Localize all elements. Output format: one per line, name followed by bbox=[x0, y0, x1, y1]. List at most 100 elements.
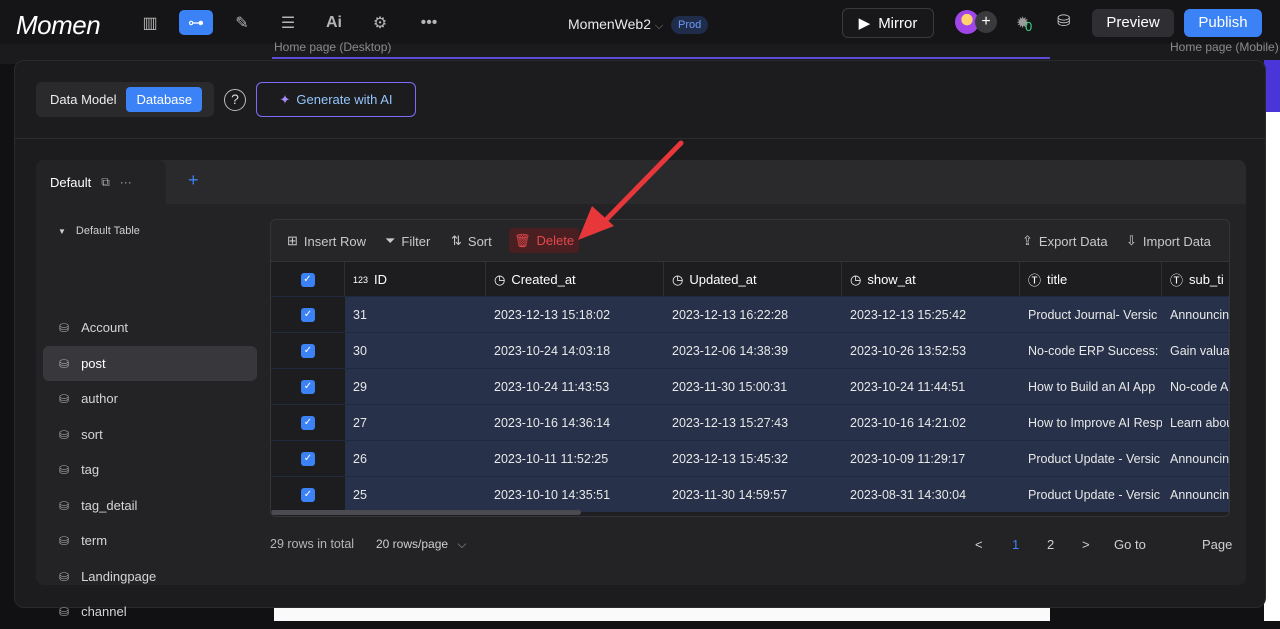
database-tab[interactable]: Database bbox=[126, 87, 203, 112]
data-model-icon[interactable]: ⊶ bbox=[179, 10, 213, 35]
table-cell[interactable]: 29 bbox=[345, 369, 486, 405]
pages-icon[interactable]: ▥ bbox=[133, 10, 167, 35]
page-2-button[interactable]: 2 bbox=[1047, 537, 1054, 552]
mirror-button[interactable]: ▶ Mirror bbox=[842, 8, 934, 38]
add-schema-icon[interactable]: + bbox=[188, 170, 199, 191]
table-cell[interactable]: 2023-12-13 15:27:43 bbox=[664, 405, 842, 441]
table-row[interactable]: ✓ 30 2023-10-24 14:03:18 2023-12-06 14:38:3… bbox=[271, 332, 1229, 369]
preview-button[interactable]: Preview bbox=[1092, 9, 1174, 37]
table-group-header[interactable]: ▼ Default Table bbox=[58, 225, 140, 237]
more-options-icon[interactable]: ··· bbox=[120, 175, 132, 189]
table-cell[interactable]: No-code A bbox=[1162, 369, 1229, 405]
sidebar-item-author[interactable]: ⛁ author bbox=[43, 381, 257, 416]
table-cell[interactable]: How to Improve AI Resp bbox=[1020, 405, 1162, 441]
table-cell[interactable]: Announcin bbox=[1162, 297, 1229, 333]
table-row[interactable]: ✓ 25 2023-10-10 14:35:51 2023-11-30 14:59:5… bbox=[271, 476, 1229, 513]
table-cell[interactable]: 2023-12-13 15:25:42 bbox=[842, 297, 1020, 333]
table-cell[interactable]: 2023-10-24 11:44:51 bbox=[842, 369, 1020, 405]
sidebar-item-landingpage[interactable]: ⛁ Landingpage bbox=[43, 559, 257, 594]
table-cell[interactable]: Product Update - Versic bbox=[1020, 477, 1162, 513]
add-collaborator-icon[interactable]: + bbox=[975, 11, 997, 33]
table-cell[interactable]: 2023-12-13 16:22:28 bbox=[664, 297, 842, 333]
column-header-updated-at[interactable]: ◷ Updated_at bbox=[664, 262, 842, 297]
column-header-sub-title[interactable]: Ⓣsub_ti bbox=[1162, 262, 1229, 297]
sidebar-item-post[interactable]: ⛁ post bbox=[43, 346, 257, 381]
project-selector[interactable]: MomenWeb2 ⌵ bbox=[568, 16, 663, 33]
table-row[interactable]: ✓ 26 2023-10-11 11:52:25 2023-12-13 15:45:3… bbox=[271, 440, 1229, 477]
export-data-button[interactable]: ⇪ Export Data bbox=[1022, 231, 1108, 251]
row-checkbox[interactable]: ✓ bbox=[301, 452, 315, 466]
ai-icon[interactable]: Ai bbox=[317, 10, 351, 35]
more-icon[interactable]: ••• bbox=[412, 10, 446, 35]
table-cell[interactable]: 2023-10-09 11:29:17 bbox=[842, 441, 1020, 477]
prev-page-button[interactable]: < bbox=[975, 537, 983, 552]
sidebar-item-account[interactable]: ⛁ Account bbox=[43, 310, 257, 345]
table-cell[interactable]: 2023-10-16 14:21:02 bbox=[842, 405, 1020, 441]
table-cell[interactable]: No-code ERP Success: bbox=[1020, 333, 1162, 369]
open-external-icon[interactable]: ⧉ bbox=[101, 175, 110, 190]
table-cell[interactable]: Gain valua bbox=[1162, 333, 1229, 369]
generate-with-ai-button[interactable]: ✦ Generate with AI bbox=[256, 82, 416, 117]
row-checkbox[interactable]: ✓ bbox=[301, 416, 315, 430]
table-cell[interactable]: 26 bbox=[345, 441, 486, 477]
table-cell[interactable]: 2023-11-30 15:00:31 bbox=[664, 369, 842, 405]
components-icon[interactable]: ☰ bbox=[271, 10, 305, 35]
database-status-icon[interactable]: ⛁ bbox=[1057, 11, 1070, 31]
table-cell[interactable]: 2023-11-30 14:59:57 bbox=[664, 477, 842, 513]
column-header-show-at[interactable]: ◷ show_at bbox=[842, 262, 1020, 297]
sidebar-item-tag-detail[interactable]: ⛁ tag_detail bbox=[43, 488, 257, 523]
page-1-button[interactable]: 1 bbox=[1012, 537, 1019, 552]
table-cell[interactable]: 25 bbox=[345, 477, 486, 513]
momen-logo[interactable]: Momen bbox=[16, 10, 101, 41]
table-cell[interactable]: 2023-12-13 15:18:02 bbox=[486, 297, 664, 333]
select-all-checkbox[interactable]: ✓ bbox=[300, 272, 315, 287]
table-cell[interactable]: Announcin bbox=[1162, 477, 1229, 513]
actionflow-icon[interactable]: ✎ bbox=[225, 10, 259, 35]
table-cell[interactable]: 31 bbox=[345, 297, 486, 333]
table-cell[interactable]: 2023-10-16 14:36:14 bbox=[486, 405, 664, 441]
table-cell[interactable]: Learn abou bbox=[1162, 405, 1229, 441]
schema-tab-default[interactable]: Default ⧉ ··· bbox=[36, 160, 166, 204]
horizontal-scrollbar[interactable] bbox=[271, 510, 581, 515]
table-cell[interactable]: 27 bbox=[345, 405, 486, 441]
row-checkbox[interactable]: ✓ bbox=[301, 488, 315, 502]
column-header-id[interactable]: 123 ID bbox=[345, 262, 486, 297]
table-cell[interactable]: How to Build an AI App bbox=[1020, 369, 1162, 405]
sidebar-item-term[interactable]: ⛁ term bbox=[43, 523, 257, 558]
table-cell[interactable]: 2023-12-13 15:45:32 bbox=[664, 441, 842, 477]
page-size-select[interactable]: 20 rows/page ⌵ bbox=[376, 537, 467, 552]
table-cell[interactable]: Product Update - Versic bbox=[1020, 441, 1162, 477]
row-checkbox[interactable]: ✓ bbox=[301, 308, 315, 322]
sparkle-icon: ✦ bbox=[279, 91, 291, 107]
table-cell[interactable]: 2023-08-31 14:30:04 bbox=[842, 477, 1020, 513]
sort-button[interactable]: ⇅ Sort bbox=[451, 231, 492, 251]
data-model-tab[interactable]: Data Model bbox=[40, 87, 126, 112]
column-header-title[interactable]: Ⓣtitle bbox=[1020, 262, 1162, 297]
row-checkbox[interactable]: ✓ bbox=[301, 344, 315, 358]
column-header-created-at[interactable]: ◷ Created_at bbox=[486, 262, 664, 297]
table-cell[interactable]: Product Journal- Versic bbox=[1020, 297, 1162, 333]
sidebar-item-channel[interactable]: ⛁ channel bbox=[43, 594, 257, 629]
import-data-button[interactable]: ⇩ Import Data bbox=[1126, 231, 1211, 251]
insert-row-button[interactable]: ⊞ Insert Row bbox=[287, 231, 366, 251]
publish-button[interactable]: Publish bbox=[1184, 9, 1262, 37]
table-cell[interactable]: Announcin bbox=[1162, 441, 1229, 477]
sidebar-item-tag[interactable]: ⛁ tag bbox=[43, 452, 257, 487]
table-cell[interactable]: 2023-10-26 13:52:53 bbox=[842, 333, 1020, 369]
filter-button[interactable]: ⏷ Filter bbox=[385, 231, 430, 251]
table-cell[interactable]: 2023-10-24 11:43:53 bbox=[486, 369, 664, 405]
table-cell[interactable]: 2023-12-06 14:38:39 bbox=[664, 333, 842, 369]
settings-gear-icon[interactable]: ⚙ bbox=[363, 10, 397, 35]
table-row[interactable]: ✓ 27 2023-10-16 14:36:14 2023-12-13 15:27:4… bbox=[271, 404, 1229, 441]
delete-button[interactable]: 🗑 Delete bbox=[509, 228, 580, 253]
next-page-button[interactable]: > bbox=[1082, 537, 1090, 552]
sidebar-item-sort[interactable]: ⛁ sort bbox=[43, 417, 257, 452]
table-cell[interactable]: 2023-10-11 11:52:25 bbox=[486, 441, 664, 477]
table-row[interactable]: ✓ 29 2023-10-24 11:43:53 2023-11-30 15:00:3… bbox=[271, 368, 1229, 405]
table-cell[interactable]: 2023-10-24 14:03:18 bbox=[486, 333, 664, 369]
row-checkbox[interactable]: ✓ bbox=[301, 380, 315, 394]
table-cell[interactable]: 2023-10-10 14:35:51 bbox=[486, 477, 664, 513]
table-row[interactable]: ✓ 31 2023-12-13 15:18:02 2023-12-13 16:22:2… bbox=[271, 296, 1229, 333]
table-cell[interactable]: 30 bbox=[345, 333, 486, 369]
help-icon[interactable]: ? bbox=[224, 89, 246, 111]
